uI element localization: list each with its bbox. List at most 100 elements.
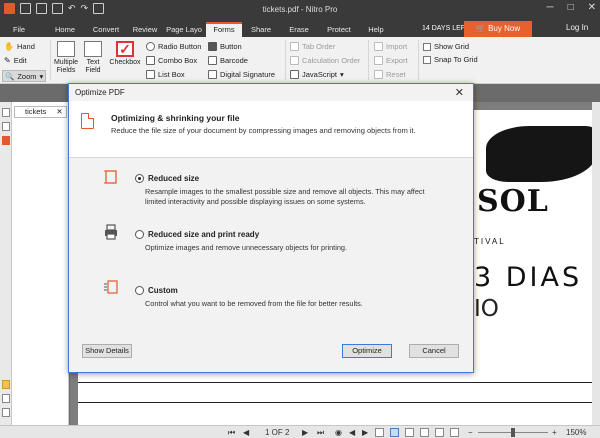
barcode-tool[interactable]: Barcode	[208, 56, 248, 65]
paint-splash-graphic	[486, 126, 592, 182]
facing-continuous-view-icon[interactable]	[420, 428, 429, 437]
chevron-down-icon: ▾	[39, 72, 44, 81]
custom-settings-icon	[104, 280, 118, 294]
button-tool[interactable]: Button	[208, 42, 242, 51]
text-field-button[interactable]: Text Field	[81, 41, 105, 75]
radio-button-label: Radio Button	[158, 42, 202, 51]
poster-festival-text: TIVAL	[474, 237, 506, 246]
tab-protect[interactable]: Protect	[322, 22, 356, 37]
buy-now-label: Buy Now	[488, 24, 521, 33]
reduced-size-radio[interactable]	[135, 174, 144, 183]
next-page-icon[interactable]: ▶	[302, 427, 308, 438]
buy-now-button[interactable]: 🛒 Buy Now	[464, 21, 532, 37]
multiple-fields-label: Multiple Fields	[53, 59, 79, 74]
combo-box-tool[interactable]: Combo Box	[146, 56, 197, 65]
option-print-ready[interactable]: Reduced size and print ready Optimize im…	[135, 230, 435, 253]
multiple-fields-button[interactable]: Multiple Fields	[53, 41, 79, 75]
tab-share[interactable]: Share	[246, 22, 276, 37]
ribbon-tabs: File Home Convert Review Page Layo Forms…	[0, 20, 600, 37]
zoom-slider-handle[interactable]	[511, 428, 515, 437]
tab-order-tool[interactable]: Tab Order	[290, 42, 335, 51]
tab-help[interactable]: Help	[364, 22, 388, 37]
dialog-header-title: Optimizing & shrinking your file	[111, 113, 240, 123]
checkbox-button[interactable]: ✓ Checkbox	[107, 41, 143, 67]
vertical-scrollbar[interactable]	[592, 102, 600, 425]
first-page-icon[interactable]: ⏮	[228, 427, 235, 438]
cancel-button[interactable]: Cancel	[409, 344, 459, 358]
zoom-in-icon[interactable]: +	[552, 427, 557, 438]
last-page-icon[interactable]: ⏭	[317, 427, 324, 438]
attachments-icon[interactable]	[2, 136, 10, 145]
radio-button-tool[interactable]: Radio Button	[146, 42, 201, 51]
hand-tool[interactable]: ✋ Hand	[4, 42, 35, 51]
minimize-button[interactable]: ─	[546, 2, 553, 13]
button-label: Button	[220, 42, 242, 51]
snap-to-grid-toggle[interactable]: Snap To Grid	[423, 55, 478, 64]
pages-icon[interactable]	[2, 108, 10, 117]
edit-icon: ✎	[4, 56, 11, 65]
show-details-button[interactable]: Show Details	[82, 344, 132, 358]
button-icon	[208, 42, 217, 51]
fit-page-icon[interactable]	[450, 428, 459, 437]
import-icon	[374, 42, 383, 51]
tab-convert[interactable]: Convert	[88, 22, 124, 37]
zoom-tool[interactable]: 🔍 Zoom ▾	[2, 70, 46, 82]
page-indicator[interactable]: 1 OF 2	[265, 427, 289, 438]
signatures-icon[interactable]	[2, 394, 10, 403]
option-reduced-size[interactable]: Reduced size Resample images to the smal…	[135, 174, 435, 206]
show-grid-toggle[interactable]: Show Grid	[423, 42, 469, 51]
zoom-level[interactable]: 150%	[566, 427, 586, 438]
zoom-out-icon[interactable]: −	[468, 427, 473, 438]
document-tab[interactable]: tickets ✕	[14, 106, 67, 118]
fit-width-icon[interactable]	[435, 428, 444, 437]
list-box-tool[interactable]: List Box	[146, 70, 185, 79]
tab-file[interactable]: File	[4, 22, 34, 37]
option-custom[interactable]: Custom Control what you want to be remov…	[135, 286, 435, 309]
hand-icon: ✋	[4, 42, 14, 51]
export-tool[interactable]: Export	[374, 56, 408, 65]
javascript-tool[interactable]: JavaScript ▾	[290, 70, 344, 79]
calculation-order-tool[interactable]: Calculation Order	[290, 56, 360, 65]
close-icon[interactable]: ✕	[455, 86, 464, 99]
continuous-view-icon[interactable]	[390, 428, 399, 437]
zoom-label: Zoom	[17, 72, 37, 81]
reduced-size-icon	[104, 170, 117, 184]
facing-view-icon[interactable]	[405, 428, 414, 437]
previous-page-icon[interactable]: ◀	[243, 427, 249, 438]
snap-to-grid-checkbox[interactable]	[423, 55, 431, 64]
print-ready-radio[interactable]	[135, 230, 144, 239]
close-button[interactable]: ✕	[588, 2, 596, 13]
digital-signature-tool[interactable]: Digital Signature	[208, 70, 275, 79]
calculation-order-label: Calculation Order	[302, 56, 361, 65]
tab-page-layout[interactable]: Page Layo	[165, 22, 203, 37]
maximize-button[interactable]: □	[568, 2, 574, 13]
layers-icon[interactable]	[2, 408, 10, 417]
import-tool[interactable]: Import	[374, 42, 407, 51]
forward-icon[interactable]: ▶	[362, 427, 368, 438]
comments-icon[interactable]	[2, 380, 10, 389]
show-grid-checkbox[interactable]	[423, 42, 431, 51]
reduced-size-description: Resample images to the smallest possible…	[145, 187, 425, 206]
edit-tool[interactable]: ✎ Edit	[4, 56, 27, 65]
combo-box-label: Combo Box	[158, 56, 198, 65]
single-page-view-icon[interactable]	[375, 428, 384, 437]
optimize-button[interactable]: Optimize	[342, 344, 392, 358]
play-icon[interactable]: ◉	[335, 427, 342, 438]
optimize-pdf-dialog: Optimize PDF ✕ Optimizing & shrinking yo…	[68, 83, 474, 373]
login-link[interactable]: Log In	[566, 23, 588, 32]
reset-tool[interactable]: Reset	[374, 70, 406, 79]
tab-erase[interactable]: Erase	[284, 22, 314, 37]
tab-home[interactable]: Home	[50, 22, 80, 37]
tab-order-label: Tab Order	[302, 42, 336, 51]
back-icon[interactable]: ◀	[349, 427, 355, 438]
custom-radio[interactable]	[135, 286, 144, 295]
close-icon[interactable]: ✕	[56, 107, 62, 116]
tab-forms[interactable]: Forms	[206, 22, 242, 37]
reset-icon	[374, 70, 383, 79]
checkbox-label: Checkbox	[109, 59, 141, 66]
bookmarks-icon[interactable]	[2, 122, 10, 131]
window-title: tickets.pdf - Nitro Pro	[262, 5, 338, 14]
radio-button-icon	[146, 42, 155, 51]
edit-label: Edit	[13, 56, 27, 65]
tab-review[interactable]: Review	[128, 22, 162, 37]
